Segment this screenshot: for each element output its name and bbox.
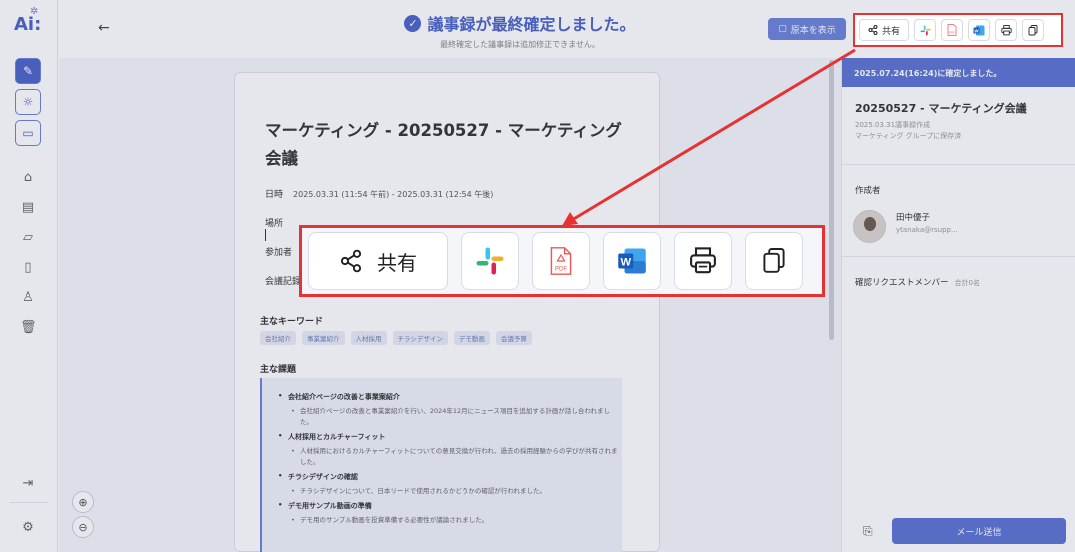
keyword-chip: 会社紹介	[260, 331, 296, 345]
pdf-icon: PDF	[947, 24, 957, 36]
request-count: 合計0名	[954, 279, 980, 287]
keyword-chip: 人材採用	[350, 331, 387, 345]
left-rail: ✲ Ai: ✎ ☼ ▭ ⌂ ▤ ▱ ▯ ♙ 🗑 ⇥ ⚙	[0, 0, 58, 552]
copy-icon	[763, 248, 785, 273]
print-icon	[1000, 24, 1012, 35]
rail-divider	[10, 502, 48, 503]
panel-meta-created: 2025.03.31議事録作成	[855, 121, 931, 129]
export-toolbar-zoomed: 共有 PDF W	[299, 225, 825, 297]
panel-divider	[842, 164, 1075, 165]
request-members-label: 確認リクエストメンバー 合計0名	[855, 278, 980, 288]
word-icon: W	[618, 248, 646, 274]
check-icon: ✓	[404, 14, 422, 32]
pdf-button-zoomed[interactable]: PDF	[532, 232, 590, 290]
keyword-chip: 事業案紹介	[302, 331, 345, 345]
rail-sun-button[interactable]: ☼	[15, 89, 41, 115]
word-button-zoomed[interactable]: W	[603, 232, 661, 290]
keyword-chip: チラシデザイン	[392, 331, 448, 345]
share-button-zoomed[interactable]: 共有	[308, 232, 448, 290]
home-icon[interactable]: ⌂	[20, 170, 36, 186]
folder-icon[interactable]: ▱	[20, 230, 36, 246]
slack-icon	[476, 247, 504, 275]
print-icon	[690, 247, 716, 274]
finalized-banner: ✓ 議事録が最終確定しました。 最終確定した議事録は追加修正できません。	[330, 11, 710, 50]
issue-detail: 会社紹介ページの改善と事業案紹介を行い、2024年12月にニュース項目を追加する…	[291, 406, 622, 428]
slack-button[interactable]	[914, 19, 936, 41]
zoom-in-button[interactable]: ⊕	[72, 491, 94, 513]
person-icon[interactable]: ♙	[20, 290, 36, 306]
rail-edit-button[interactable]: ✎	[15, 58, 41, 84]
creator-email: ytanaka@rsupp...	[896, 226, 958, 234]
pdf-button[interactable]: PDF	[941, 19, 963, 41]
creator-label: 作成者	[855, 186, 881, 196]
issue-title: 会社紹介ページの改善と事業案紹介	[278, 392, 622, 402]
keywords-heading: 主なキーワード	[260, 317, 324, 327]
book-icon[interactable]: ▯	[20, 260, 36, 276]
settings-icon[interactable]: ⚙	[20, 520, 36, 536]
document-icon: ▢	[778, 24, 787, 34]
print-button-zoomed[interactable]	[674, 232, 732, 290]
share-icon	[340, 249, 362, 273]
print-button[interactable]	[995, 19, 1017, 41]
share-button[interactable]: 共有	[859, 19, 909, 41]
back-button[interactable]: ←	[98, 20, 110, 36]
logout-icon[interactable]: ⇥	[20, 476, 36, 492]
panel-meta-group: マーケティング グループに保存済	[855, 132, 962, 140]
recorder-label: 会議記録	[265, 277, 302, 287]
word-icon: W	[973, 25, 985, 35]
view-original-button[interactable]: ▢ 原本を表示	[768, 18, 846, 40]
svg-text:PDF: PDF	[949, 31, 955, 35]
copy-icon	[1028, 24, 1038, 35]
keyword-chip: デモ動画	[453, 331, 490, 345]
slack-button-zoomed[interactable]	[461, 232, 519, 290]
document-scrollbar[interactable]	[829, 60, 834, 340]
avatar	[853, 210, 886, 243]
creator-name: 田中優子	[896, 213, 931, 223]
issue-detail: チラシデザインについて、日本リードで使用されるかどうかの確認が行われました。	[291, 486, 622, 497]
issue-title: チラシデザインの確認	[278, 472, 622, 482]
issue-title: 人材採用とカルチャーフィット	[278, 432, 622, 442]
issue-detail: 人材採用におけるカルチャーフィットについての意見交換が行われ、過去の採用経験から…	[291, 446, 622, 468]
detail-panel: 2025.07.24(16:24)に確定しました。 20250527 - マーケ…	[841, 58, 1075, 552]
share-icon	[868, 25, 878, 35]
attach-icon[interactable]: ⎘	[863, 524, 873, 539]
attendees-label: 参加者	[265, 248, 293, 258]
svg-text:W: W	[620, 256, 631, 268]
rail-chat-button[interactable]: ▭	[15, 120, 41, 146]
issues-heading: 主な課題	[260, 365, 297, 375]
export-toolbar: 共有 PDF W	[853, 13, 1063, 47]
issue-title: デモ用サンプル動画の準備	[278, 501, 622, 511]
panel-divider	[842, 256, 1075, 257]
confirmed-banner: 2025.07.24(16:24)に確定しました。	[842, 58, 1075, 87]
issue-detail: デモ用のサンプル動画を投資準備する必要性が議論されました。	[291, 515, 622, 526]
document-title: マーケティング - 20250527 - マーケティング会議	[265, 121, 622, 168]
zoom-out-button[interactable]: ⊖	[72, 516, 94, 538]
file-icon[interactable]: ▤	[20, 200, 36, 216]
banner-subtitle: 最終確定した議事録は追加修正できません。	[440, 40, 600, 49]
copy-button[interactable]	[1022, 19, 1044, 41]
issues-list: 会社紹介ページの改善と事業案紹介 会社紹介ページの改善と事業案紹介を行い、202…	[260, 378, 622, 552]
date-row: 日時 2025.03.31 (11:54 午前) - 2025.03.31 (12…	[265, 190, 494, 200]
app-logo[interactable]: ✲ Ai:	[14, 6, 44, 42]
keyword-chips: 会社紹介 事業案紹介 人材採用 チラシデザイン デモ動画 会議予算	[260, 331, 532, 345]
text-caret	[265, 229, 266, 241]
copy-button-zoomed[interactable]	[745, 232, 803, 290]
pdf-icon: PDF	[550, 247, 572, 275]
word-button[interactable]: W	[968, 19, 990, 41]
place-label: 場所	[265, 219, 284, 229]
banner-title: 議事録が最終確定しました。	[427, 15, 636, 34]
keyword-chip: 会議予算	[495, 331, 532, 345]
send-mail-button[interactable]: メール送信	[892, 518, 1066, 544]
trash-icon[interactable]: 🗑	[20, 320, 37, 336]
slack-icon	[920, 25, 930, 35]
svg-text:PDF: PDF	[555, 267, 567, 273]
panel-title: 20250527 - マーケティング会議	[855, 102, 1027, 115]
